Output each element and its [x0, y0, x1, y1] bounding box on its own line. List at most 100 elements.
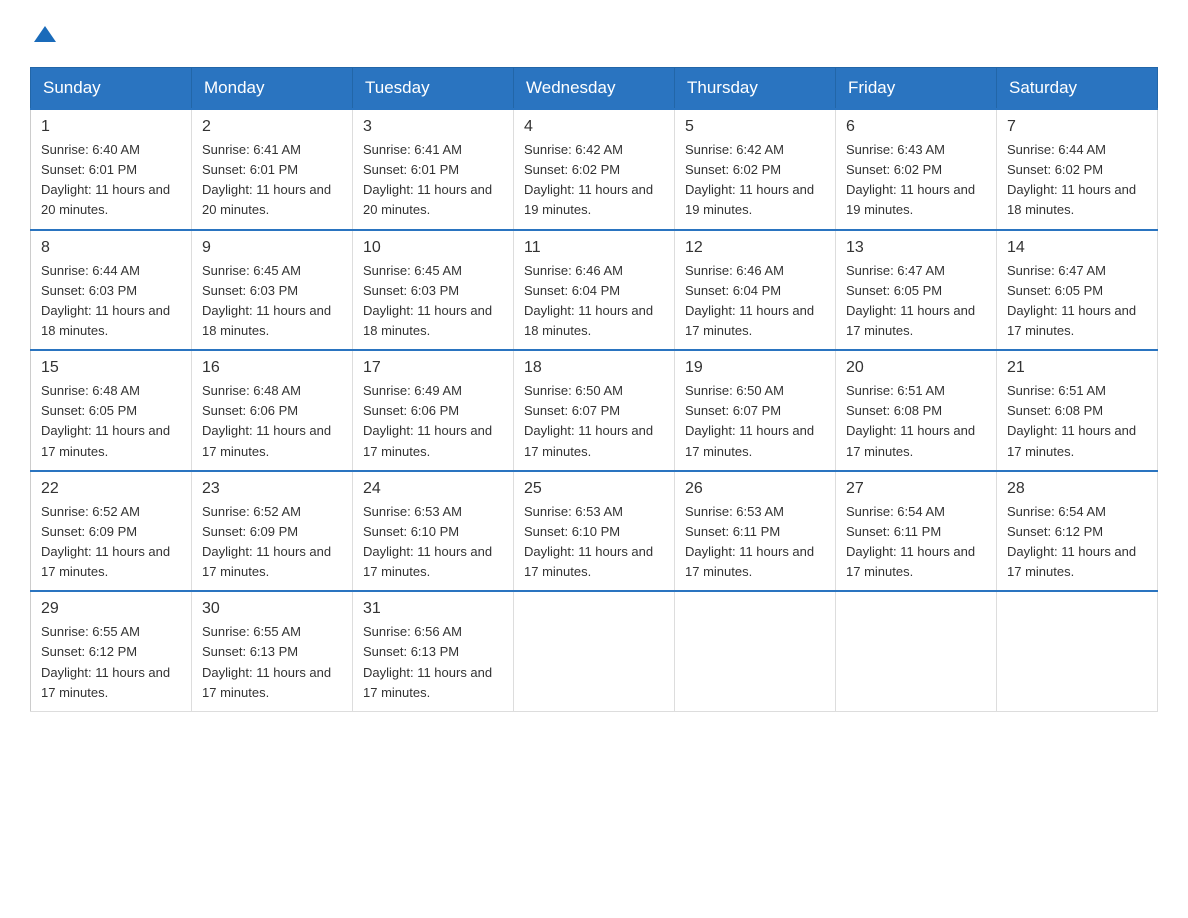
day-info: Sunrise: 6:50 AMSunset: 6:07 PMDaylight:… — [524, 381, 664, 462]
day-number: 4 — [524, 118, 664, 136]
day-number: 31 — [363, 600, 503, 618]
day-number: 21 — [1007, 359, 1147, 377]
day-number: 29 — [41, 600, 181, 618]
day-info: Sunrise: 6:42 AMSunset: 6:02 PMDaylight:… — [524, 140, 664, 221]
calendar-cell — [836, 591, 997, 711]
day-info: Sunrise: 6:46 AMSunset: 6:04 PMDaylight:… — [685, 261, 825, 342]
day-info: Sunrise: 6:54 AMSunset: 6:11 PMDaylight:… — [846, 502, 986, 583]
day-info: Sunrise: 6:44 AMSunset: 6:02 PMDaylight:… — [1007, 140, 1147, 221]
day-info: Sunrise: 6:53 AMSunset: 6:10 PMDaylight:… — [363, 502, 503, 583]
header-wednesday: Wednesday — [514, 68, 675, 110]
day-info: Sunrise: 6:47 AMSunset: 6:05 PMDaylight:… — [846, 261, 986, 342]
day-number: 25 — [524, 480, 664, 498]
day-number: 8 — [41, 239, 181, 257]
day-number: 19 — [685, 359, 825, 377]
logo — [30, 20, 56, 49]
day-info: Sunrise: 6:54 AMSunset: 6:12 PMDaylight:… — [1007, 502, 1147, 583]
calendar-cell: 27 Sunrise: 6:54 AMSunset: 6:11 PMDayligh… — [836, 471, 997, 592]
calendar-cell: 25 Sunrise: 6:53 AMSunset: 6:10 PMDayligh… — [514, 471, 675, 592]
day-info: Sunrise: 6:41 AMSunset: 6:01 PMDaylight:… — [363, 140, 503, 221]
day-number: 9 — [202, 239, 342, 257]
day-info: Sunrise: 6:49 AMSunset: 6:06 PMDaylight:… — [363, 381, 503, 462]
header-friday: Friday — [836, 68, 997, 110]
calendar-cell: 12 Sunrise: 6:46 AMSunset: 6:04 PMDayligh… — [675, 230, 836, 351]
day-info: Sunrise: 6:44 AMSunset: 6:03 PMDaylight:… — [41, 261, 181, 342]
day-info: Sunrise: 6:55 AMSunset: 6:12 PMDaylight:… — [41, 622, 181, 703]
calendar-cell: 5Sunrise: 6:42 AMSunset: 6:02 PMDaylight… — [675, 109, 836, 230]
day-number: 1 — [41, 118, 181, 136]
day-number: 12 — [685, 239, 825, 257]
calendar-week-row: 22 Sunrise: 6:52 AMSunset: 6:09 PMDayligh… — [31, 471, 1158, 592]
day-info: Sunrise: 6:45 AMSunset: 6:03 PMDaylight:… — [202, 261, 342, 342]
header — [30, 20, 1158, 49]
day-number: 30 — [202, 600, 342, 618]
day-number: 23 — [202, 480, 342, 498]
day-info: Sunrise: 6:43 AMSunset: 6:02 PMDaylight:… — [846, 140, 986, 221]
day-number: 11 — [524, 239, 664, 257]
calendar-table: SundayMondayTuesdayWednesdayThursdayFrid… — [30, 67, 1158, 712]
calendar-week-row: 1 Sunrise: 6:40 AMSunset: 6:01 PMDaylight… — [31, 109, 1158, 230]
logo-triangle-icon — [34, 24, 56, 44]
day-info: Sunrise: 6:52 AMSunset: 6:09 PMDaylight:… — [41, 502, 181, 583]
day-info: Sunrise: 6:48 AMSunset: 6:05 PMDaylight:… — [41, 381, 181, 462]
calendar-cell — [997, 591, 1158, 711]
day-number: 15 — [41, 359, 181, 377]
day-number: 16 — [202, 359, 342, 377]
calendar-cell: 10 Sunrise: 6:45 AMSunset: 6:03 PMDayligh… — [353, 230, 514, 351]
calendar-cell: 9 Sunrise: 6:45 AMSunset: 6:03 PMDaylight… — [192, 230, 353, 351]
calendar-cell: 26Sunrise: 6:53 AMSunset: 6:11 PMDayligh… — [675, 471, 836, 592]
day-number: 17 — [363, 359, 503, 377]
day-info: Sunrise: 6:51 AMSunset: 6:08 PMDaylight:… — [1007, 381, 1147, 462]
day-info: Sunrise: 6:53 AMSunset: 6:10 PMDaylight:… — [524, 502, 664, 583]
calendar-cell: 21 Sunrise: 6:51 AMSunset: 6:08 PMDayligh… — [997, 350, 1158, 471]
calendar-cell: 6 Sunrise: 6:43 AMSunset: 6:02 PMDaylight… — [836, 109, 997, 230]
day-info: Sunrise: 6:51 AMSunset: 6:08 PMDaylight:… — [846, 381, 986, 462]
day-info: Sunrise: 6:56 AMSunset: 6:13 PMDaylight:… — [363, 622, 503, 703]
day-number: 5 — [685, 118, 825, 136]
day-info: Sunrise: 6:55 AMSunset: 6:13 PMDaylight:… — [202, 622, 342, 703]
calendar-cell: 23 Sunrise: 6:52 AMSunset: 6:09 PMDayligh… — [192, 471, 353, 592]
calendar-cell: 13 Sunrise: 6:47 AMSunset: 6:05 PMDayligh… — [836, 230, 997, 351]
calendar-cell: 20 Sunrise: 6:51 AMSunset: 6:08 PMDayligh… — [836, 350, 997, 471]
day-info: Sunrise: 6:40 AMSunset: 6:01 PMDaylight:… — [41, 140, 181, 221]
day-info: Sunrise: 6:50 AMSunset: 6:07 PMDaylight:… — [685, 381, 825, 462]
calendar-cell: 3 Sunrise: 6:41 AMSunset: 6:01 PMDaylight… — [353, 109, 514, 230]
day-number: 6 — [846, 118, 986, 136]
day-info: Sunrise: 6:41 AMSunset: 6:01 PMDaylight:… — [202, 140, 342, 221]
day-number: 18 — [524, 359, 664, 377]
day-info: Sunrise: 6:45 AMSunset: 6:03 PMDaylight:… — [363, 261, 503, 342]
calendar-cell: 28Sunrise: 6:54 AMSunset: 6:12 PMDayligh… — [997, 471, 1158, 592]
calendar-cell: 7Sunrise: 6:44 AMSunset: 6:02 PMDaylight… — [997, 109, 1158, 230]
header-sunday: Sunday — [31, 68, 192, 110]
day-info: Sunrise: 6:46 AMSunset: 6:04 PMDaylight:… — [524, 261, 664, 342]
header-tuesday: Tuesday — [353, 68, 514, 110]
calendar-cell: 16Sunrise: 6:48 AMSunset: 6:06 PMDayligh… — [192, 350, 353, 471]
day-number: 20 — [846, 359, 986, 377]
calendar-week-row: 15 Sunrise: 6:48 AMSunset: 6:05 PMDayligh… — [31, 350, 1158, 471]
day-number: 10 — [363, 239, 503, 257]
header-monday: Monday — [192, 68, 353, 110]
header-thursday: Thursday — [675, 68, 836, 110]
calendar-cell: 1 Sunrise: 6:40 AMSunset: 6:01 PMDaylight… — [31, 109, 192, 230]
day-number: 27 — [846, 480, 986, 498]
calendar-cell: 11 Sunrise: 6:46 AMSunset: 6:04 PMDayligh… — [514, 230, 675, 351]
calendar-week-row: 29 Sunrise: 6:55 AMSunset: 6:12 PMDayligh… — [31, 591, 1158, 711]
calendar-cell: 14Sunrise: 6:47 AMSunset: 6:05 PMDayligh… — [997, 230, 1158, 351]
day-number: 3 — [363, 118, 503, 136]
calendar-cell: 29 Sunrise: 6:55 AMSunset: 6:12 PMDayligh… — [31, 591, 192, 711]
calendar-header-row: SundayMondayTuesdayWednesdayThursdayFrid… — [31, 68, 1158, 110]
day-info: Sunrise: 6:52 AMSunset: 6:09 PMDaylight:… — [202, 502, 342, 583]
calendar-cell: 4 Sunrise: 6:42 AMSunset: 6:02 PMDaylight… — [514, 109, 675, 230]
calendar-cell: 22 Sunrise: 6:52 AMSunset: 6:09 PMDayligh… — [31, 471, 192, 592]
day-info: Sunrise: 6:47 AMSunset: 6:05 PMDaylight:… — [1007, 261, 1147, 342]
day-number: 26 — [685, 480, 825, 498]
calendar-cell: 17 Sunrise: 6:49 AMSunset: 6:06 PMDayligh… — [353, 350, 514, 471]
day-number: 13 — [846, 239, 986, 257]
calendar-cell: 15 Sunrise: 6:48 AMSunset: 6:05 PMDayligh… — [31, 350, 192, 471]
calendar-cell: 24Sunrise: 6:53 AMSunset: 6:10 PMDayligh… — [353, 471, 514, 592]
day-number: 22 — [41, 480, 181, 498]
calendar-cell: 30 Sunrise: 6:55 AMSunset: 6:13 PMDayligh… — [192, 591, 353, 711]
calendar-cell: 2Sunrise: 6:41 AMSunset: 6:01 PMDaylight… — [192, 109, 353, 230]
calendar-cell: 18 Sunrise: 6:50 AMSunset: 6:07 PMDayligh… — [514, 350, 675, 471]
calendar-week-row: 8 Sunrise: 6:44 AMSunset: 6:03 PMDaylight… — [31, 230, 1158, 351]
